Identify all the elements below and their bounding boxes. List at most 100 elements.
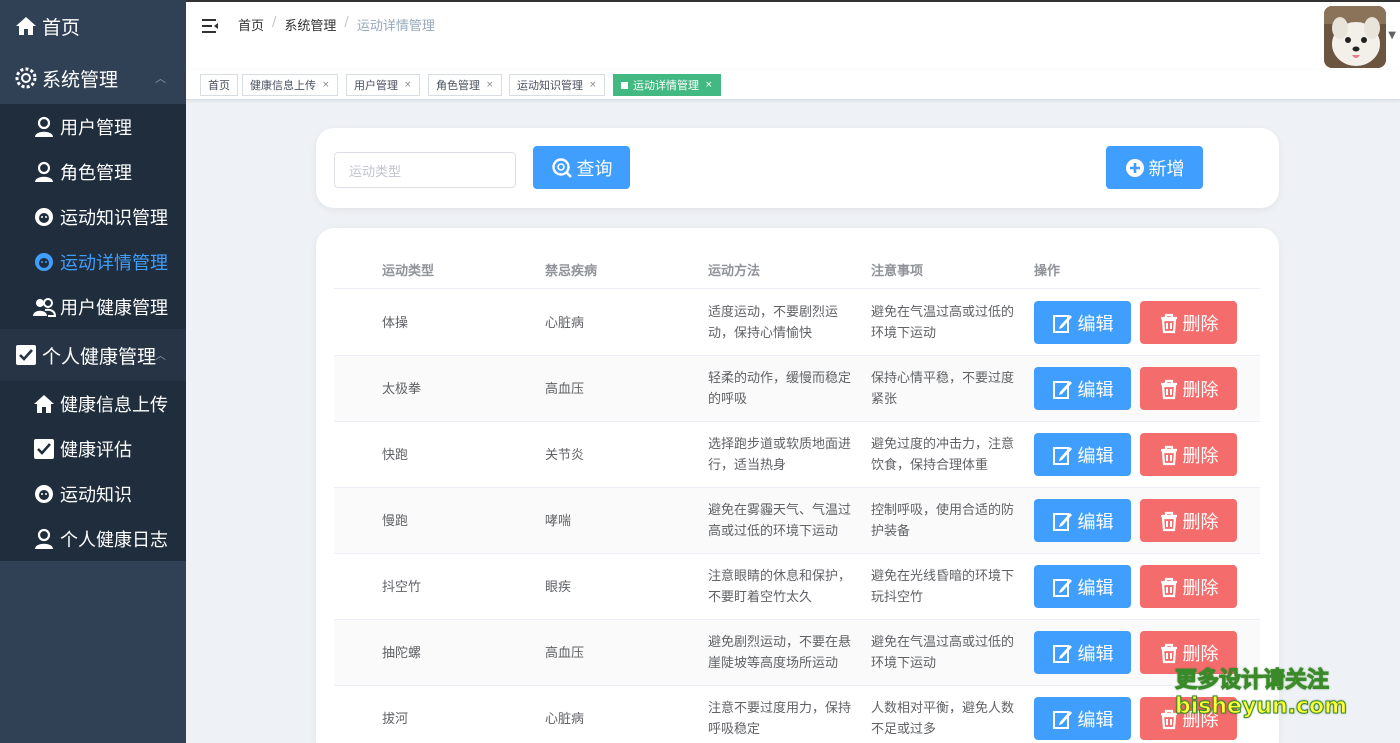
breadcrumb-item[interactable]: 系统管理 <box>284 15 336 34</box>
tag-role-manage[interactable]: 角色管理 × <box>428 74 502 96</box>
close-icon[interactable]: × <box>589 80 597 90</box>
sidebar-item-user-manage[interactable]: 用户管理 <box>0 104 186 149</box>
table-row: 拔河 心脏病 注意不要过度用力，保持呼吸稳定 人数相对平衡，避免人数不足或过多 编辑 删除 <box>334 686 1260 743</box>
tag-label: 健康信息上传 <box>250 79 316 92</box>
trash-icon <box>1160 643 1177 663</box>
chevron-up-icon: ︿ <box>155 72 166 85</box>
breadcrumb-item[interactable]: 首页 <box>238 15 264 34</box>
button-label: 删除 <box>1182 511 1219 533</box>
cell-exercise-type: 体操 <box>382 315 409 331</box>
users-icon <box>32 295 56 319</box>
tag-exercise-knowledge-manage[interactable]: 运动知识管理 × <box>509 74 605 96</box>
tags-view: 首页 健康信息上传 × 用户管理 × 角色管理 × 运动知识管理 × 运动详情管理 × <box>186 70 1400 100</box>
sidebar-item-health-upload[interactable]: 健康信息上传 <box>0 381 186 426</box>
sidebar-item-label: 运动知识 <box>60 484 132 506</box>
table-row: 慢跑 哮喘 避免在雾霾天气、气温过高或过低的环境下运动 控制呼吸，使用合适的防护装备 编… <box>334 488 1260 554</box>
exercise-type-input[interactable]: 运动类型 <box>334 152 516 188</box>
tag-exercise-detail-manage[interactable]: 运动详情管理 × <box>613 74 721 96</box>
sidebar-item-home[interactable]: 首页 <box>0 0 186 52</box>
top-navbar: 首页 / 系统管理 / 运动详情管理 ▼ <box>186 0 1400 70</box>
caret-down-icon[interactable]: ▼ <box>1388 30 1396 41</box>
sidebar-item-role-manage[interactable]: 角色管理 <box>0 149 186 194</box>
edit-button[interactable]: 编辑 <box>1034 565 1131 608</box>
breadcrumb-current: 运动详情管理 <box>356 19 435 34</box>
cell-contraindication: 高血压 <box>545 645 585 661</box>
edit-button[interactable]: 编辑 <box>1034 367 1131 410</box>
sidebar-item-user-health-manage[interactable]: 用户健康管理 <box>0 284 186 329</box>
delete-button[interactable]: 删除 <box>1140 433 1237 476</box>
cell-exercise-type: 抽陀螺 <box>382 645 422 661</box>
table-row: 体操 心脏病 适度运动，不要剧烈运动，保持心情愉快 避免在气温过高或过低的环境下运动 编… <box>334 290 1260 356</box>
button-label: 编辑 <box>1077 313 1114 335</box>
breadcrumb-separator: / <box>272 15 277 30</box>
sidebar-item-exercise-knowledge[interactable]: 运动知识 <box>0 471 186 516</box>
cell-exercise-method: 选择跑步道或软质地面进行，适当热身 <box>708 437 852 473</box>
edit-button[interactable]: 编辑 <box>1034 301 1131 344</box>
sidebar-group-system[interactable]: 系统管理 ︿ <box>0 52 186 104</box>
checkbox-icon <box>32 437 56 461</box>
add-button[interactable]: 新增 <box>1106 146 1203 189</box>
home-icon <box>14 14 38 38</box>
cell-exercise-type: 慢跑 <box>382 513 409 529</box>
sidebar-item-exercise-knowledge-manage[interactable]: 运动知识管理 <box>0 194 186 239</box>
sidebar-item-health-assessment[interactable]: 健康评估 <box>0 426 186 471</box>
sidebar-item-label: 个人健康日志 <box>60 529 168 551</box>
edit-button[interactable]: 编辑 <box>1034 631 1131 674</box>
button-label: 编辑 <box>1077 577 1114 599</box>
sidebar-item-label: 健康信息上传 <box>60 394 168 416</box>
sidebar-item-label: 健康评估 <box>60 439 132 461</box>
trash-icon <box>1160 379 1177 399</box>
cell-contraindication: 心脏病 <box>545 315 585 331</box>
cell-exercise-type: 抖空竹 <box>382 579 422 595</box>
edit-button[interactable]: 编辑 <box>1034 499 1131 542</box>
close-icon[interactable]: × <box>404 80 412 90</box>
face-icon <box>32 482 56 506</box>
sidebar-group-personal-health[interactable]: 个人健康管理 ︿ <box>0 329 186 381</box>
watermark-line: 更多设计请关注 <box>1174 668 1330 694</box>
active-dot-icon <box>621 81 628 89</box>
cell-exercise-method: 避免在雾霾天气、气温过高或过低的环境下运动 <box>708 503 852 539</box>
menu-fold-icon[interactable] <box>202 18 218 33</box>
edit-icon <box>1052 512 1072 531</box>
cell-contraindication: 心脏病 <box>545 711 585 727</box>
button-label: 编辑 <box>1077 511 1114 533</box>
button-label: 编辑 <box>1077 379 1114 401</box>
trash-icon <box>1160 445 1177 465</box>
tag-user-manage[interactable]: 用户管理 × <box>346 74 420 96</box>
delete-button[interactable]: 删除 <box>1140 565 1237 608</box>
delete-button[interactable]: 删除 <box>1140 367 1237 410</box>
sidebar-item-exercise-detail-manage[interactable]: 运动详情管理 <box>0 239 186 284</box>
close-icon[interactable]: × <box>705 80 713 90</box>
button-label: 编辑 <box>1077 709 1114 731</box>
close-icon[interactable]: × <box>486 80 494 90</box>
sidebar-item-label: 用户健康管理 <box>60 297 168 319</box>
face-icon <box>32 250 56 274</box>
close-icon[interactable]: × <box>322 80 330 90</box>
tag-health-upload[interactable]: 健康信息上传 × <box>242 74 338 96</box>
delete-button[interactable]: 删除 <box>1140 499 1237 542</box>
query-button[interactable]: 查询 <box>533 146 630 189</box>
button-label: 删除 <box>1182 643 1219 665</box>
cell-precautions: 保持心情平稳，不要过度紧张 <box>871 371 1015 407</box>
sidebar-item-label: 角色管理 <box>60 162 132 184</box>
search-panel: 运动类型 查询 新增 <box>316 128 1279 208</box>
trash-icon <box>1160 511 1177 531</box>
cell-precautions: 避免过度的冲击力，注意饮食，保持合理体重 <box>871 437 1015 473</box>
sidebar-item-health-log[interactable]: 个人健康日志 <box>0 516 186 561</box>
tag-home[interactable]: 首页 <box>200 74 238 96</box>
edit-button[interactable]: 编辑 <box>1034 697 1131 740</box>
sidebar-group-label: 系统管理 <box>42 68 119 91</box>
edit-icon <box>1052 446 1072 465</box>
edit-icon <box>1052 380 1072 399</box>
sidebar-item-label: 运动详情管理 <box>60 252 168 274</box>
avatar[interactable] <box>1324 6 1386 68</box>
cell-precautions: 避免在气温过高或过低的环境下运动 <box>871 635 1015 671</box>
cell-exercise-type: 拔河 <box>382 711 409 727</box>
delete-button[interactable]: 删除 <box>1140 301 1237 344</box>
edit-button[interactable]: 编辑 <box>1034 433 1131 476</box>
face-icon <box>32 205 56 229</box>
cell-exercise-method: 注意眼睛的休息和保护，不要盯着空竹太久 <box>708 569 852 605</box>
trash-icon <box>1160 577 1177 597</box>
breadcrumb: 首页 / 系统管理 / 运动详情管理 <box>238 15 435 34</box>
button-label: 编辑 <box>1077 445 1114 467</box>
